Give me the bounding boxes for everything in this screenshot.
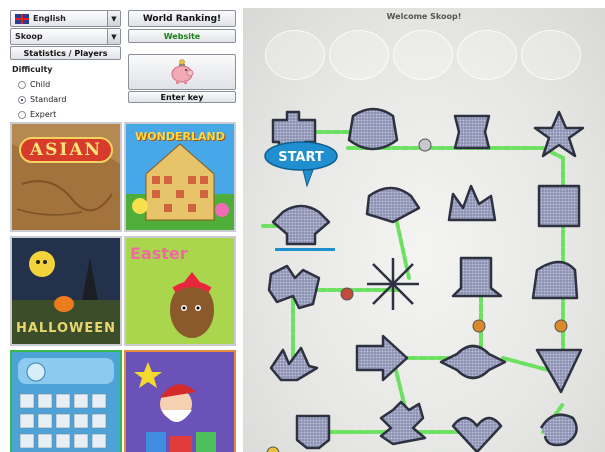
level-shape[interactable] [355,334,409,382]
theme-tile-halloween[interactable]: HALLOWEEN [10,236,122,346]
difficulty-group: Difficulty Child Standard Expert [10,65,121,125]
level-node[interactable] [554,319,568,333]
difficulty-option-expert[interactable]: Expert [18,110,121,119]
theme-tile-label: WONDERLAND [135,130,225,143]
level-shape[interactable] [347,107,399,151]
theme-tile-asian[interactable]: ASIAN [10,122,122,232]
uk-flag-icon [15,13,29,24]
world-ranking-button[interactable]: World Ranking! [128,10,236,27]
level-map-canvas: START [261,107,585,452]
menu-panel: English ▼ Skoop ▼ Statistics / Players W… [8,8,240,452]
chevron-down-icon[interactable]: ▼ [107,11,120,26]
piggy-bank-button[interactable] [128,54,236,90]
theme-tiles: ASIAN WONDERLAND HALLOWEEN Easter [10,122,239,452]
theme-tile-label: ASIAN [29,140,103,160]
theme-tile-maze[interactable] [10,350,122,452]
theme-tile-label: Easter [130,244,188,263]
difficulty-option-label: Standard [30,95,67,104]
level-shape[interactable] [271,204,331,246]
difficulty-title: Difficulty [12,65,53,74]
level-shape[interactable] [439,344,507,380]
difficulty-option-child[interactable]: Child [18,80,121,89]
language-select[interactable]: English ▼ [10,10,121,27]
radio-button-checked[interactable] [18,95,26,104]
santa-icon [126,352,234,452]
level-shape[interactable] [453,114,491,150]
start-label: START [278,150,324,165]
difficulty-option-label: Expert [30,110,57,119]
chevron-down-icon[interactable]: ▼ [107,29,120,44]
theme-tile-easter[interactable]: Easter [124,236,236,346]
level-shape[interactable] [535,348,583,394]
profile-select-value: Skoop [15,32,43,41]
profile-select[interactable]: Skoop ▼ [10,28,121,45]
level-node[interactable] [472,319,486,333]
difficulty-option-standard[interactable]: Standard [18,95,121,104]
radio-button[interactable] [18,80,26,89]
language-select-value: English [33,14,66,23]
statistics-button[interactable]: Statistics / Players [10,46,121,60]
theme-tile-label: HALLOWEEN [15,321,117,336]
level-shape[interactable] [539,413,578,447]
level-shape[interactable] [451,256,503,298]
level-shape[interactable] [295,414,331,450]
theme-tile-christmas[interactable] [124,350,236,452]
level-shape[interactable] [451,416,503,452]
level-shape[interactable] [447,184,497,222]
theme-tile-wonderland[interactable]: WONDERLAND [124,122,236,232]
level-shape[interactable] [379,400,427,446]
difficulty-option-label: Child [30,80,51,89]
level-shape[interactable] [531,260,579,300]
radio-button[interactable] [18,110,26,119]
level-map: Welcome Skoop! START [243,8,605,452]
enter-key-button[interactable]: Enter key [128,91,236,103]
level-node[interactable] [266,446,280,452]
maze-tiles-icon [12,352,120,452]
piggy-bank-icon [171,59,194,84]
start-underline [275,248,335,251]
website-button[interactable]: Website [128,29,236,43]
level-shape[interactable] [537,184,581,228]
start-pointer [302,169,314,188]
level-node[interactable] [340,287,354,301]
level-shape[interactable] [367,258,419,310]
level-shape[interactable] [365,186,421,224]
level-node[interactable] [418,138,432,152]
